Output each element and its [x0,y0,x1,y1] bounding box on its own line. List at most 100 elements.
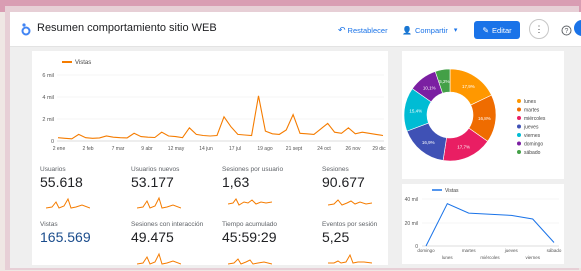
metric-usuarios-nuevos: Usuarios nuevos 53.177 [131,166,181,209]
views-timeseries-chart: Vistas 6 mil 4 mil 2 mil 0 2 ene 2 feb 7… [42,60,386,152]
weekday-line-chart: Vistas 40 mil 20 mil 0 domingolunesmarte… [405,188,562,260]
chevron-down-icon[interactable]: ▾ [454,26,458,34]
more-vert-icon: ⋮ [534,23,544,34]
x-tick-label: 14 jun [199,146,213,152]
legend-label: miércoles [524,116,546,122]
metric-value: 165.569 [40,229,91,245]
svg-text:?: ? [564,28,568,35]
metric-sparkline [137,196,181,209]
x-tick-label: domingo [417,248,435,253]
legend-label: viernes [524,133,541,139]
metric-label: Tiempo acumulado [222,221,278,228]
metric-value: 5,25 [322,229,350,245]
legend-dot [517,116,521,120]
metric-label: Vistas [40,221,58,228]
report-app: Resumen comportamiento sitio WEB ↶ Resta… [10,12,581,268]
series-line [425,203,555,247]
reset-button[interactable]: ↶ Restablecer [338,21,388,39]
legend-label: martes [524,108,540,114]
report-canvas: Vistas 6 mil 4 mil 2 mil 0 2 ene 2 feb 7… [10,47,581,268]
metric-sparkline [137,252,181,265]
legend-dot [517,133,521,137]
main-panel: Vistas 6 mil 4 mil 2 mil 0 2 ene 2 feb 7… [32,51,388,265]
edit-label: Editar [492,25,512,35]
pencil-icon: ✎ [482,25,490,35]
metric-label: Sesiones [322,166,349,173]
series-line [57,95,384,140]
slice-label: 15,4% [409,109,422,114]
metric-label: Sesiones por usuario [222,166,284,173]
metric-value: 49.475 [131,229,174,245]
legend-label: jueves [523,125,539,131]
x-tick-label: lunes [442,255,454,260]
share-button[interactable]: 👤 Compartir ▾ [402,21,457,39]
slice-label: 5,2% [439,79,449,84]
legend-dot [517,99,521,103]
metric-label: Usuarios nuevos [131,166,180,173]
metric-tiempo-acumulado: Tiempo acumulado 45:59:29 [222,221,278,265]
help-button[interactable]: ? [556,20,576,40]
weekday-line-card: Vistas 40 mil 20 mil 0 domingo lunes marte… [402,184,564,264]
more-options-button[interactable]: ⋮ [529,19,549,39]
x-tick-label: martes [462,248,477,253]
x-tick-label: 24 oct [317,146,331,152]
weekday-donut-chart: 17,9% lunes 16,8% martes 17,7% miércoles 16,9%… [403,68,546,162]
legend-dot [517,107,521,112]
slice-label: 17,9% [462,84,475,89]
metric-eventos-por-sesion: Eventos por sesión 5,25 [322,221,378,264]
looker-studio-logo-icon [21,23,31,36]
x-tick-label: 7 mar [112,146,125,152]
metric-value: 55.618 [40,174,83,190]
metric-sparkline [328,199,372,206]
y-tick-label: 0 [51,139,54,145]
slice-label: 16,9% [422,140,435,145]
metric-label: Sesiones con interacción [131,221,204,228]
x-tick-label: 19 ago [257,146,273,152]
x-tick-label: 17 jul [229,146,241,152]
share-label: Compartir [414,25,448,35]
x-tick-label: 29 dic [372,146,386,152]
reset-label: Restablecer [347,25,388,35]
report-title: Resumen comportamiento sitio WEB [37,22,217,34]
metric-vistas: Vistas 165.569 [40,221,91,245]
x-tick-label: 26 nov [345,146,361,152]
x-tick-label: 9 abr [141,146,153,152]
metric-value: 1,63 [222,174,250,190]
x-tick-label: 12 may [168,146,185,152]
weekday-donut-card: 17,9% lunes 16,8% martes 17,7% miércoles 16,9%… [402,51,564,179]
y-tick-label: 4 mil [42,95,54,101]
y-tick-label: 6 mil [42,73,54,79]
metric-label: Usuarios [40,166,66,173]
legend-label: domingo [524,142,543,148]
metric-sesiones-por-usuario: Sesiones por usuario 1,63 [222,166,284,206]
metric-sesiones: Sesiones 90.677 [322,166,372,206]
x-tick-label: 2 ene [53,146,66,152]
metric-value: 45:59:29 [222,229,277,245]
y-tick-label: 20 mil [405,221,418,227]
metric-value: 53.177 [131,174,174,190]
metric-sesiones-interaccion: Sesiones con interacción 49.475 [131,221,204,265]
y-tick-label: 2 mil [42,117,54,123]
x-tick-label: 2 feb [82,146,93,152]
slice-label: 10,1% [423,85,436,90]
legend-label: lunes [524,99,536,105]
edit-button[interactable]: ✎ Editar [474,21,520,39]
metric-sparkline [46,197,90,209]
legend-label: Vistas [75,60,91,66]
legend-label: Vistas [445,188,459,194]
legend-label: sábado [524,150,541,156]
slice-label: 17,7% [457,145,470,150]
metric-sparkline [228,258,272,265]
metric-sparkline [328,253,372,264]
metric-usuarios: Usuarios 55.618 [40,166,90,209]
metric-value: 90.677 [322,174,365,190]
x-tick-label: miércoles [480,255,500,260]
help-icon: ? [561,25,571,35]
metric-label: Eventos por sesión [322,221,378,228]
undo-icon: ↶ [338,24,346,35]
x-tick-label: sábado [547,248,562,253]
x-tick-label: jueves [504,248,519,253]
x-tick-label: viernes [525,255,540,260]
legend-dot [517,141,521,146]
add-person-icon: 👤 [402,25,412,35]
